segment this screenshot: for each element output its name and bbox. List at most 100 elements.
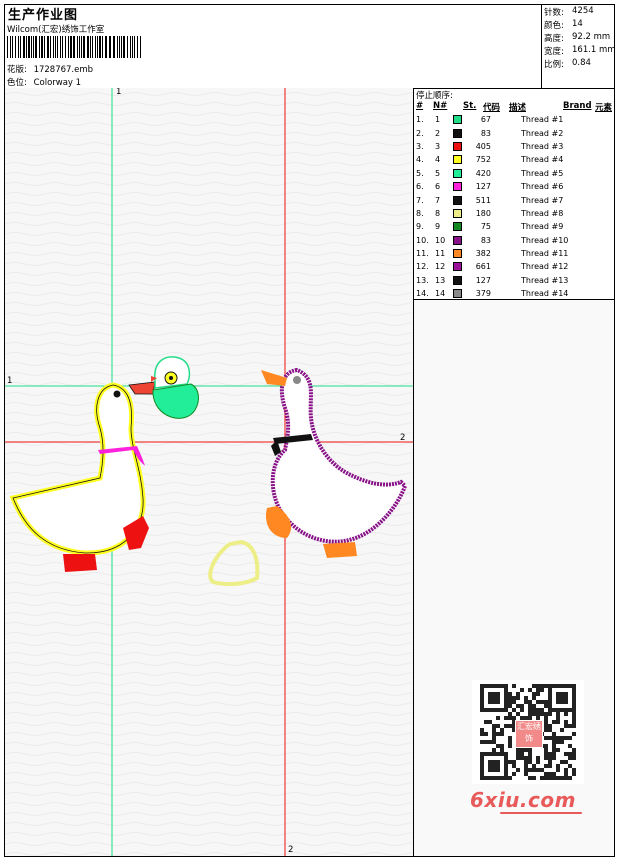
- thread-color-swatch: [453, 235, 462, 245]
- barcode-bar: [47, 36, 49, 58]
- thread-description: Thread #13: [521, 275, 569, 285]
- qr-module: [532, 768, 536, 772]
- qr-module: [536, 708, 540, 712]
- col-element: 元素: [595, 103, 613, 113]
- col-desc: 描述: [509, 103, 527, 113]
- design-preview: [5, 88, 413, 856]
- qr-module: [564, 776, 568, 780]
- qr-module: [568, 764, 572, 768]
- design-label: 花版:: [7, 65, 27, 75]
- qr-module: [544, 712, 548, 716]
- thread-stitch-count: 661: [475, 262, 491, 272]
- thread-description: Thread #8: [521, 208, 564, 218]
- thread-row: 11. 11 382 Thread #11: [414, 247, 568, 260]
- barcode-bar: [15, 36, 16, 58]
- qr-module: [544, 744, 548, 748]
- colorway-label: 色位:: [7, 78, 27, 88]
- qr-module: [560, 760, 564, 764]
- qr-module: [528, 708, 532, 712]
- qr-module: [564, 720, 568, 724]
- thread-swatch-cell: [453, 113, 467, 126]
- qr-finder: [488, 760, 500, 772]
- barcode-bar: [105, 36, 107, 58]
- barcode-bar: [97, 36, 98, 58]
- qr-module: [492, 728, 496, 732]
- qr-module: [552, 736, 556, 740]
- qr-module: [548, 776, 552, 780]
- qr-module: [560, 776, 564, 780]
- fabric-texture: [5, 88, 413, 856]
- thread-index: 3.: [416, 141, 424, 151]
- qr-module: [516, 704, 520, 708]
- thread-swatch-cell: [453, 260, 467, 273]
- guide-label-h2: 2: [400, 433, 406, 443]
- qr-module: [544, 772, 548, 776]
- qr-module: [532, 708, 536, 712]
- barcode-bar: [60, 36, 61, 58]
- qr-module: [572, 772, 576, 776]
- seal-stamp: 汇宏绣饰: [515, 720, 543, 748]
- barcode-bar: [26, 36, 27, 58]
- qr-module: [572, 724, 576, 728]
- thread-swatch-cell: [453, 274, 467, 287]
- thread-table: 1. 1 67 Thread #1 2. 2 83 Thread #2 3. 3 405 Thread…: [414, 113, 568, 300]
- barcode-bar: [109, 36, 111, 58]
- qr-module: [492, 724, 496, 728]
- thread-stitch-count: 75: [480, 222, 491, 232]
- barcode-bar: [121, 36, 122, 58]
- barcode-bar: [83, 36, 85, 58]
- qr-module: [544, 728, 548, 732]
- qr-module: [528, 752, 532, 756]
- qr-module: [536, 756, 540, 760]
- qr-module: [496, 716, 500, 720]
- thread-description: Thread #10: [521, 235, 569, 245]
- qr-module: [496, 744, 500, 748]
- thread-swatch-cell: [453, 167, 467, 180]
- barcode-bar: [53, 36, 54, 58]
- qr-module: [556, 716, 560, 720]
- qr-module: [548, 760, 552, 764]
- qr-module: [572, 756, 576, 760]
- qr-module: [492, 748, 496, 752]
- qr-module: [544, 748, 548, 752]
- qr-module: [548, 772, 552, 776]
- barcode-bar: [50, 36, 51, 58]
- qr-module: [552, 720, 556, 724]
- qr-module: [508, 724, 512, 728]
- barcode-bar: [62, 36, 63, 58]
- thread-stitch-count: 379: [475, 289, 491, 299]
- qr-module: [560, 736, 564, 740]
- thread-stitch-count: 67: [480, 115, 491, 125]
- brand-watermark: 6xiu.com: [470, 788, 576, 812]
- thread-needle: 8: [435, 208, 441, 218]
- small-chick-eye: [169, 376, 173, 380]
- qr-module: [568, 724, 572, 728]
- qr-module: [524, 760, 528, 764]
- thread-stitch-count: 382: [475, 249, 491, 259]
- thread-stitch-count: 127: [475, 182, 491, 192]
- qr-module: [516, 748, 520, 752]
- qr-module: [544, 724, 548, 728]
- qr-module: [508, 736, 512, 740]
- thread-color-swatch: [453, 289, 462, 299]
- qr-module: [528, 776, 532, 780]
- qr-module: [508, 776, 512, 780]
- barcode-bar: [35, 36, 37, 58]
- qr-module: [564, 752, 568, 756]
- qr-module: [556, 712, 560, 716]
- qr-module: [536, 688, 540, 692]
- colorway-value: Colorway 1: [33, 78, 82, 88]
- barcode-bar: [10, 36, 11, 58]
- qr-module: [480, 728, 484, 732]
- qr-module: [508, 744, 512, 748]
- thread-swatch-cell: [453, 126, 467, 139]
- thread-swatch-cell: [453, 287, 467, 300]
- barcode-bar: [90, 36, 91, 58]
- qr-module: [504, 716, 508, 720]
- qr-module: [552, 772, 556, 776]
- qr-module: [556, 720, 560, 724]
- thread-index: 7.: [416, 195, 424, 205]
- thread-needle: 7: [435, 195, 441, 205]
- thread-index: 6.: [416, 182, 424, 192]
- thread-needle: 12: [435, 262, 446, 272]
